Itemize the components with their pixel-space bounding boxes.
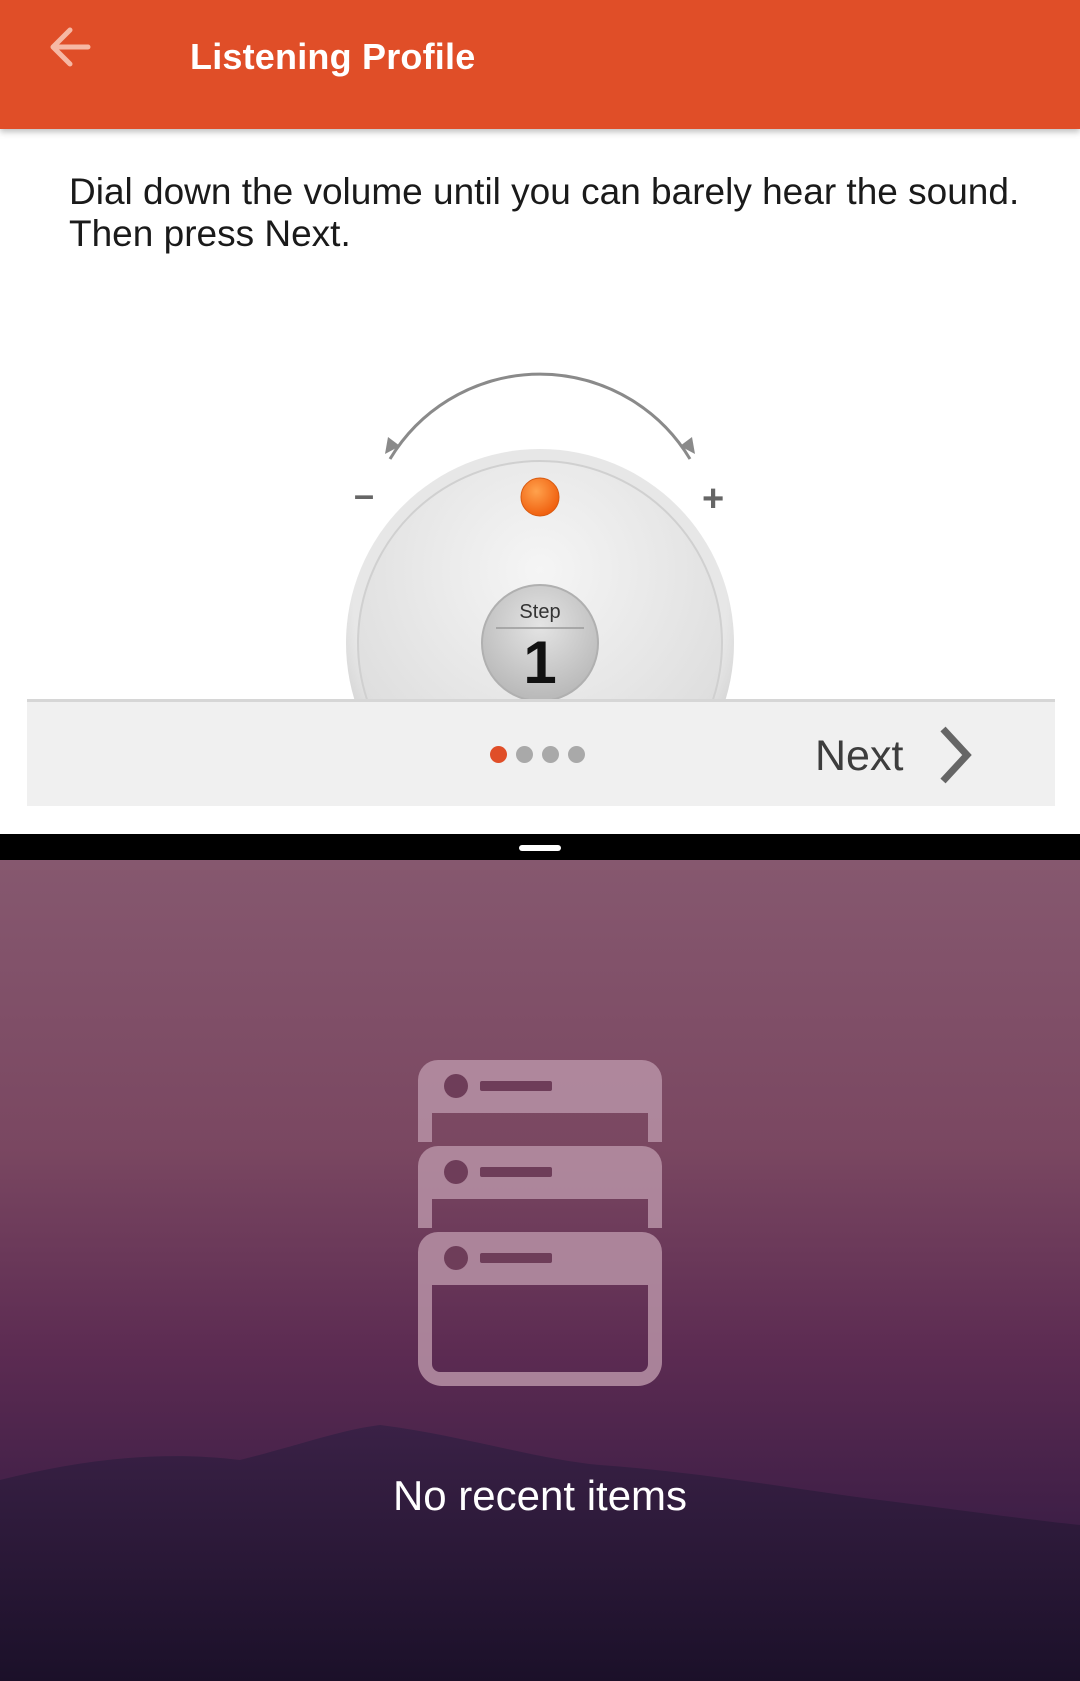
empty-state-text: No recent items [392, 1472, 688, 1519]
volume-down-symbol: – [354, 474, 374, 515]
page-title: Listening Profile [190, 36, 476, 77]
recents-pane: No recent items [0, 860, 1080, 1681]
split-screen-divider [0, 834, 1080, 860]
page-dot-4 [568, 746, 585, 763]
arrow-left-icon [50, 27, 91, 67]
step-number: 1 [523, 629, 556, 696]
app-bar: Listening Profile [0, 0, 1080, 129]
back-button[interactable] [44, 20, 106, 74]
split-screen-handle[interactable] [519, 845, 561, 851]
page-dot-3 [542, 746, 559, 763]
arc-arrow-left [385, 437, 400, 454]
page-dot-1 [490, 746, 507, 763]
stacked-windows-icon [418, 1060, 662, 1386]
arc-arrow-right [680, 437, 695, 454]
page-dot-2 [516, 746, 533, 763]
dial-indicator-dot [520, 477, 560, 517]
rotation-arc [388, 372, 692, 460]
wizard-footer: Next [27, 699, 1055, 806]
step-label: Step [519, 601, 560, 623]
chevron-right-icon [940, 726, 972, 784]
next-button-label: Next [815, 732, 904, 780]
instruction-text: Dial down the volume until you can barel… [69, 171, 1020, 254]
next-button[interactable]: Next [787, 720, 987, 790]
listening-profile-content: Dial down the volume until you can barel… [0, 129, 1080, 834]
volume-dial-graphic: – + Step 1 [346, 372, 734, 699]
volume-up-symbol: + [702, 478, 724, 520]
